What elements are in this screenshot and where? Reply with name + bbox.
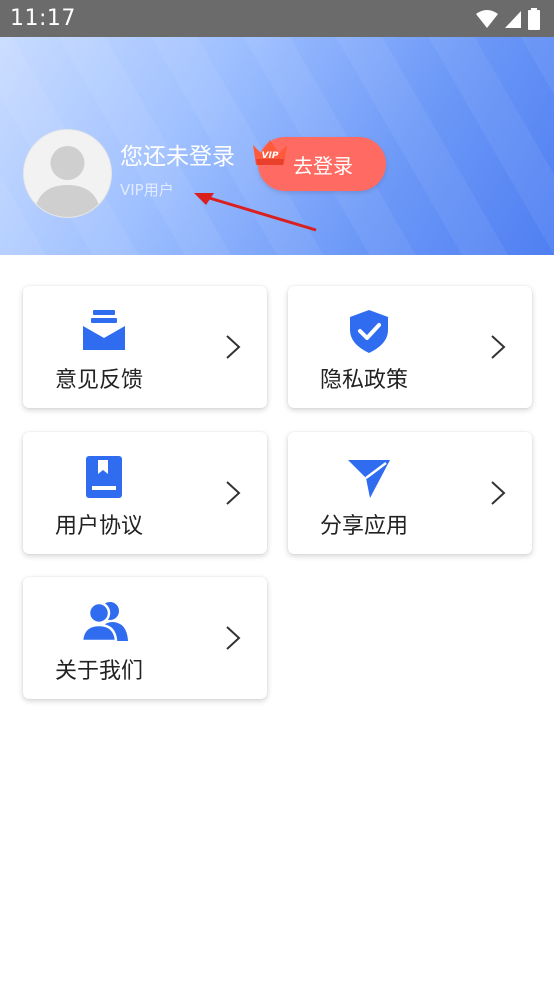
privacy-policy-label: 隐私政策 — [320, 368, 409, 393]
annotation-arrow — [194, 193, 317, 232]
shield-check-icon — [350, 310, 388, 353]
send-icon — [348, 460, 390, 498]
vip-crown-icon: VIP — [253, 140, 287, 165]
battery-icon — [528, 8, 540, 30]
book-icon — [86, 456, 122, 498]
about-us-card[interactable]: 关于我们 — [23, 577, 267, 699]
avatar[interactable] — [23, 129, 112, 218]
default-avatar-icon — [34, 146, 101, 217]
feedback-label: 意见反馈 — [55, 368, 144, 393]
profile-header: 您还未登录 VIP用户 去登录 VIP — [0, 37, 554, 255]
status-icons — [476, 8, 540, 30]
signal-icon — [505, 11, 521, 28]
vip-label: VIP用户 — [120, 181, 174, 199]
vip-badge-text: VIP — [262, 151, 279, 161]
login-button-label: 去登录 — [293, 153, 353, 178]
share-app-label: 分享应用 — [320, 514, 409, 539]
wifi-icon — [476, 10, 498, 28]
status-time: 11:17 — [10, 6, 76, 31]
status-bar: 11:17 — [0, 0, 554, 37]
user-agreement-label: 用户协议 — [55, 514, 144, 539]
user-agreement-card[interactable]: 用户协议 — [23, 432, 267, 554]
chevron-right-icon — [491, 335, 506, 359]
share-app-card[interactable]: 分享应用 — [288, 432, 532, 554]
chevron-right-icon — [491, 481, 506, 505]
chevron-right-icon — [226, 626, 241, 650]
chevron-right-icon — [226, 335, 241, 359]
users-icon — [80, 601, 128, 643]
chevron-right-icon — [226, 481, 241, 505]
about-us-label: 关于我们 — [55, 659, 144, 684]
mail-icon — [83, 310, 125, 350]
username[interactable]: 您还未登录 — [120, 137, 235, 171]
feedback-card[interactable]: 意见反馈 — [23, 286, 267, 408]
privacy-policy-card[interactable]: 隐私政策 — [288, 286, 532, 408]
